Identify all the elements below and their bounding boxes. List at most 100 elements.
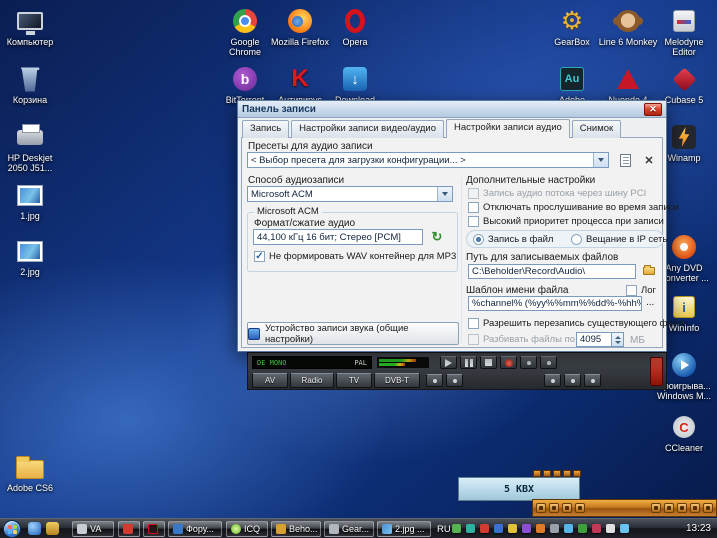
tray-icon[interactable] bbox=[466, 524, 475, 533]
tv-panel-button[interactable] bbox=[564, 374, 581, 387]
desktop-icon-adobe-cs6-folder[interactable]: Adobe CS6 bbox=[0, 452, 61, 493]
player-mini-button[interactable] bbox=[553, 470, 561, 477]
broadcast-ip-radio[interactable]: Вещание в IP сеть bbox=[571, 234, 667, 245]
desktop-icon-recycle-bin[interactable]: Корзина bbox=[0, 64, 61, 105]
pci-stream-checkbox[interactable]: Запись аудио потока через шину PCI bbox=[468, 188, 646, 199]
taskbar-window-beholdtv[interactable]: Beho... bbox=[271, 521, 321, 537]
tab-record[interactable]: Запись bbox=[242, 120, 290, 138]
preset-combobox[interactable]: < Выбор пресета для загрузки конфигураци… bbox=[247, 152, 609, 168]
taskbar-clock[interactable]: 13:23 bbox=[686, 523, 711, 534]
taskbar-window-gearbox[interactable]: Gear... bbox=[324, 521, 374, 537]
desktop-icon-opera[interactable]: Opera bbox=[324, 6, 386, 47]
tray-icon[interactable] bbox=[452, 524, 461, 533]
taskbar-window-icq[interactable]: ICQ bbox=[226, 521, 268, 537]
tv-extra-button[interactable] bbox=[540, 356, 557, 369]
quick-launch-icon[interactable] bbox=[46, 522, 59, 535]
tv-settings-button[interactable] bbox=[446, 374, 463, 387]
play-button[interactable] bbox=[440, 356, 457, 369]
tray-icon[interactable] bbox=[494, 524, 503, 533]
high-priority-checkbox[interactable]: Высокий приоритет процесса при записи bbox=[468, 216, 664, 227]
chevron-down-icon[interactable] bbox=[593, 153, 608, 167]
audio-format-field[interactable]: 44,100 кГц 16 бит; Стерео [PCM] bbox=[253, 229, 423, 245]
source-dvbt-button[interactable]: DVB-T bbox=[374, 373, 420, 388]
taskbar-window-icon-only[interactable] bbox=[143, 521, 165, 537]
mute-monitor-checkbox[interactable]: Отключать прослушивание во время записи bbox=[468, 202, 679, 213]
preset-delete-button[interactable]: ✕ bbox=[640, 152, 658, 168]
player-mini-button[interactable] bbox=[563, 470, 571, 477]
no-wav-checkbox[interactable]: ✓ Не формировать WAV контейнер для MP3 bbox=[254, 251, 456, 262]
tab-snapshot[interactable]: Снимок bbox=[571, 120, 622, 138]
record-to-file-radio[interactable]: Запись в файл bbox=[473, 234, 553, 245]
player-next-button[interactable] bbox=[703, 503, 713, 513]
close-button[interactable]: ✕ bbox=[644, 102, 662, 116]
player-mini-button[interactable] bbox=[533, 470, 541, 477]
audio-method-combobox[interactable]: Microsoft ACM bbox=[247, 186, 453, 202]
overwrite-checkbox[interactable]: Разрешить перезапись существующего файла bbox=[468, 318, 689, 329]
dot-icon bbox=[550, 378, 555, 383]
tv-settings-button[interactable] bbox=[426, 374, 443, 387]
tray-icon[interactable] bbox=[620, 524, 629, 533]
tray-icon[interactable] bbox=[606, 524, 615, 533]
taskbar-window-image-viewer[interactable]: 2.jpg ... bbox=[377, 521, 431, 537]
tv-extra-button[interactable] bbox=[520, 356, 537, 369]
tray-icon[interactable] bbox=[522, 524, 531, 533]
player-stop-button[interactable] bbox=[690, 503, 700, 513]
desktop-icon-firefox[interactable]: Mozilla Firefox bbox=[269, 6, 331, 47]
taskbar-window-icon-only[interactable] bbox=[118, 521, 140, 537]
player-button[interactable] bbox=[575, 503, 585, 513]
desktop-icon-line6-monkey[interactable]: Line 6 Monkey bbox=[597, 6, 659, 47]
desktop-icon-image-2[interactable]: 2.jpg bbox=[0, 236, 61, 277]
split-size-field[interactable]: 4095 bbox=[576, 332, 612, 347]
tray-icon[interactable] bbox=[536, 524, 545, 533]
source-av-button[interactable]: AV bbox=[252, 373, 288, 388]
taskbar-window-forum[interactable]: Фору... bbox=[168, 521, 222, 537]
tab-audio-settings[interactable]: Настройки записи аудио bbox=[446, 119, 570, 138]
tv-panel-button[interactable] bbox=[584, 374, 601, 387]
player-mini-button[interactable] bbox=[543, 470, 551, 477]
tray-icon[interactable] bbox=[592, 524, 601, 533]
tray-icon[interactable] bbox=[480, 524, 489, 533]
desktop-icon-ccleaner[interactable]: C CCleaner bbox=[653, 412, 715, 453]
desktop-icon-computer[interactable]: Компьютер bbox=[0, 6, 61, 47]
tray-icon[interactable] bbox=[508, 524, 517, 533]
source-radio-button[interactable]: Radio bbox=[290, 373, 334, 388]
tv-panel-button[interactable] bbox=[544, 374, 561, 387]
record-button[interactable] bbox=[500, 356, 517, 369]
browse-folder-button[interactable] bbox=[640, 263, 658, 279]
chevron-down-icon[interactable] bbox=[437, 187, 452, 201]
tray-icon[interactable] bbox=[564, 524, 573, 533]
desktop-icon-printer[interactable]: HP Deskjet 2050 J51... bbox=[0, 122, 61, 174]
player-button[interactable] bbox=[562, 503, 572, 513]
tray-icon[interactable] bbox=[550, 524, 559, 533]
quick-launch-icon[interactable] bbox=[28, 522, 41, 535]
tab-video-audio-settings[interactable]: Настройки записи видео/аудио bbox=[291, 120, 445, 138]
log-checkbox[interactable]: Лог bbox=[626, 285, 656, 296]
choose-format-button[interactable]: ↻ bbox=[428, 229, 446, 245]
desktop-icon-image-1[interactable]: 1.jpg bbox=[0, 180, 61, 221]
stop-button[interactable] bbox=[480, 356, 497, 369]
tray-icon[interactable] bbox=[578, 524, 587, 533]
player-button[interactable] bbox=[549, 503, 559, 513]
record-path-field[interactable]: C:\Beholder\Record\Audio\ bbox=[468, 264, 636, 279]
filename-template-field[interactable]: %channel% (%yy%%mm%%dd%-%hh%%nn% bbox=[468, 296, 642, 311]
player-button[interactable] bbox=[536, 503, 546, 513]
sound-device-button[interactable]: Устройство записи звука (общие настройки… bbox=[247, 322, 459, 345]
start-button[interactable] bbox=[3, 520, 21, 538]
preset-save-button[interactable] bbox=[616, 152, 634, 168]
split-files-checkbox[interactable]: Разбивать файлы по bbox=[468, 334, 575, 345]
desktop-icon-melodyne[interactable]: Melodyne Editor bbox=[653, 6, 715, 58]
player-prev-button[interactable] bbox=[651, 503, 661, 513]
pause-button[interactable] bbox=[460, 356, 477, 369]
language-indicator[interactable]: RU bbox=[437, 524, 451, 535]
desktop-icon-chrome[interactable]: Google Chrome bbox=[214, 6, 276, 58]
source-tv-button[interactable]: TV bbox=[336, 373, 372, 388]
tv-power-button[interactable] bbox=[650, 357, 663, 386]
dialog-titlebar[interactable]: Панель записи ✕ bbox=[238, 101, 666, 118]
player-play-button[interactable] bbox=[664, 503, 674, 513]
desktop-icon-gearbox[interactable]: ⚙ GearBox bbox=[541, 6, 603, 47]
taskbar-window-va[interactable]: VA bbox=[72, 521, 114, 537]
split-size-spinner[interactable] bbox=[612, 332, 624, 347]
player-mini-button[interactable] bbox=[573, 470, 581, 477]
template-more-button[interactable]: ... bbox=[646, 297, 654, 308]
player-pause-button[interactable] bbox=[677, 503, 687, 513]
